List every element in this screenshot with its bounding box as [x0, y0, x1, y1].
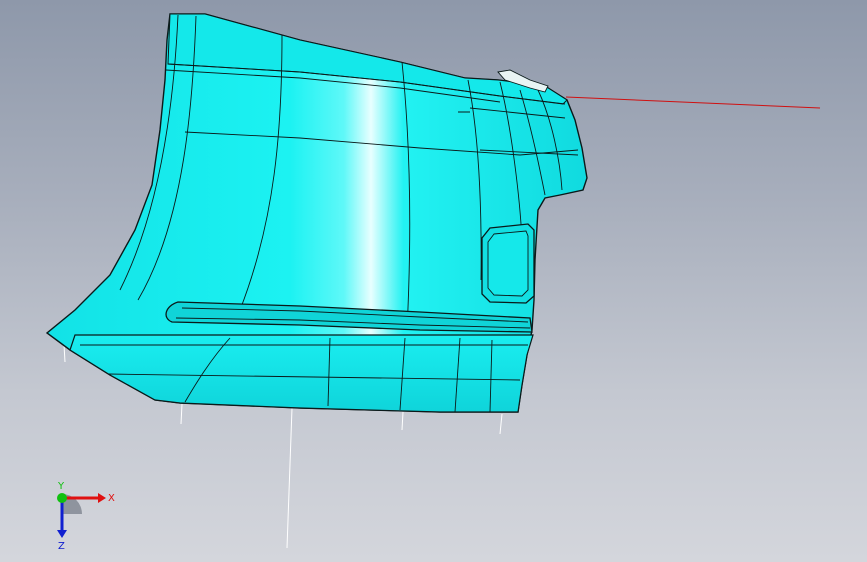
- y-axis-label: Y: [57, 481, 65, 492]
- side-recess-inner: [487, 230, 529, 297]
- x-axis-arrowhead: [98, 493, 106, 503]
- bumper-lower-band[interactable]: [69, 334, 534, 413]
- z-axis-arrowhead: [57, 530, 67, 538]
- cad-3d-viewport[interactable]: X Y Z: [0, 0, 867, 562]
- model-scene[interactable]: [0, 0, 867, 562]
- y-axis-dot: [57, 493, 67, 503]
- axis-triad: X Y Z: [57, 481, 115, 550]
- z-axis-label: Z: [58, 541, 65, 550]
- x-axis-label: X: [108, 493, 115, 504]
- reference-axis-line: [565, 96, 821, 109]
